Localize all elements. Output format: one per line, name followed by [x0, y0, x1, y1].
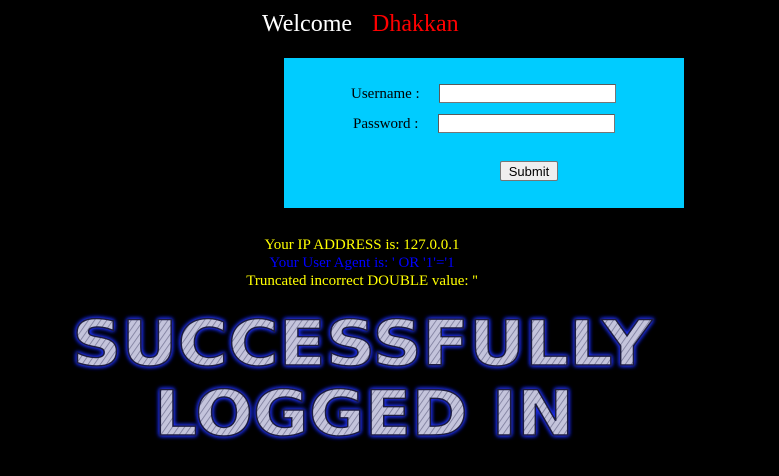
username-field[interactable]: [439, 84, 616, 103]
welcome-user-name: Dhakkan: [372, 11, 459, 37]
welcome-label: Welcome: [262, 11, 353, 37]
success-banner-image: SUCCESSFULLY LOGGED IN: [71, 306, 654, 450]
password-field[interactable]: [438, 114, 615, 133]
page: Welcome Dhakkan Username : Password : Sub…: [0, 0, 779, 476]
submit-button[interactable]: Submit: [500, 161, 558, 181]
welcome-header: Welcome Dhakkan: [262, 10, 459, 38]
banner-line-1: SUCCESSFULLY: [72, 307, 653, 380]
username-label: Username :: [351, 86, 420, 102]
login-form: Username : Password : Submit: [284, 58, 684, 208]
ip-address-text: Your IP ADDRESS is: 127.0.0.1: [264, 237, 460, 253]
banner-line-2: LOGGED IN: [154, 377, 574, 450]
password-label: Password :: [353, 116, 419, 132]
error-message-text: Truncated incorrect DOUBLE value: '': [246, 273, 478, 289]
user-agent-text: Your User Agent is: ' OR '1'='1: [269, 255, 455, 271]
